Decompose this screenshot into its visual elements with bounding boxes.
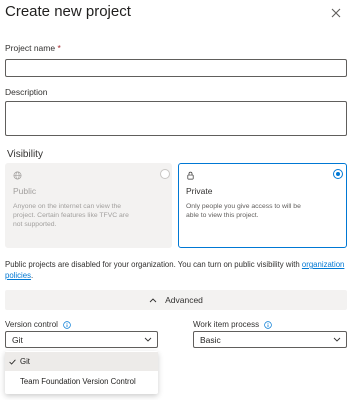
work-item-process-select[interactable]: Basic xyxy=(193,331,347,348)
public-title: Public xyxy=(13,186,37,196)
visibility-note-text: Public projects are disabled for your or… xyxy=(5,260,300,269)
globe-icon xyxy=(13,171,22,180)
public-description: Anyone on the internet can view the proj… xyxy=(13,203,129,228)
required-mark: * xyxy=(57,43,61,53)
project-name-label-text: Project name xyxy=(5,43,56,53)
work-item-process-label-text: Work item process xyxy=(193,320,260,329)
version-control-select[interactable]: Git xyxy=(5,331,158,348)
close-icon[interactable] xyxy=(330,7,342,19)
visibility-note: Public projects are disabled for your or… xyxy=(5,259,347,281)
visibility-label: Visibility xyxy=(7,149,43,160)
description-input[interactable] xyxy=(5,101,347,136)
advanced-label: Advanced xyxy=(165,295,203,305)
chevron-down-icon xyxy=(144,337,152,342)
dropdown-option-tfvc[interactable]: Team Foundation Version Control xyxy=(5,372,158,391)
lock-icon xyxy=(187,171,194,180)
work-item-process-value: Basic xyxy=(200,335,221,345)
version-control-dropdown: Git Team Foundation Version Control xyxy=(5,351,158,394)
dialog-title: Create new project xyxy=(5,3,131,20)
info-icon[interactable] xyxy=(264,320,272,329)
dropdown-option-git-label: Git xyxy=(20,357,30,366)
version-control-label: Version control xyxy=(5,320,71,329)
visibility-note-end: . xyxy=(31,271,34,280)
advanced-toggle[interactable]: Advanced xyxy=(5,290,347,310)
version-control-label-text: Version control xyxy=(5,320,58,329)
visibility-option-private[interactable]: Private Only people you give access to w… xyxy=(178,163,347,248)
private-description: Only people you give access to will be a… xyxy=(186,203,301,219)
private-title: Private xyxy=(186,186,213,196)
info-icon[interactable] xyxy=(63,320,71,329)
work-item-process-label: Work item process xyxy=(193,320,272,329)
private-radio[interactable] xyxy=(333,169,343,179)
dropdown-option-tfvc-label: Team Foundation Version Control xyxy=(20,377,136,386)
chevron-down-icon xyxy=(333,337,341,342)
checkmark-icon xyxy=(9,359,16,365)
description-label: Description xyxy=(5,87,48,97)
chevron-up-icon xyxy=(149,297,157,302)
public-radio xyxy=(160,169,170,179)
dropdown-option-git[interactable]: Git xyxy=(5,352,158,371)
project-name-input[interactable] xyxy=(5,59,347,77)
version-control-value: Git xyxy=(12,335,23,345)
visibility-option-public: Public Anyone on the internet can view t… xyxy=(5,163,172,248)
project-name-label: Project name * xyxy=(5,43,61,53)
